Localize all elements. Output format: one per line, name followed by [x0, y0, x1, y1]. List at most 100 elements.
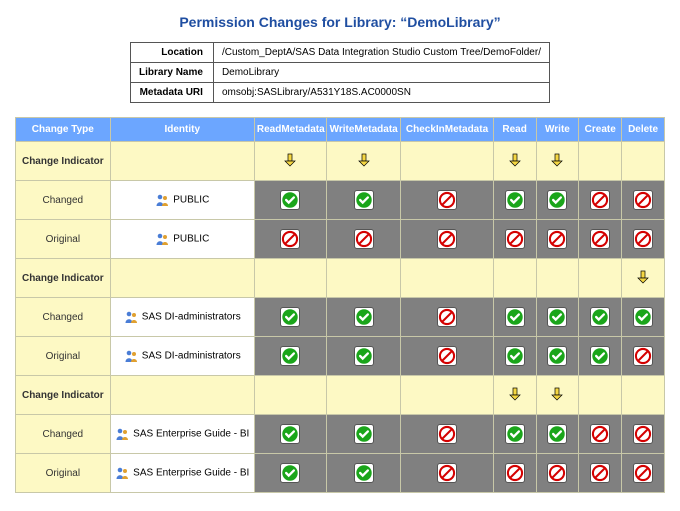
identity-name: PUBLIC	[173, 234, 209, 245]
table-row: Change Indicator	[16, 259, 665, 298]
change-arrow-icon	[636, 271, 650, 287]
permission-cell	[401, 454, 493, 493]
indicator-cell	[401, 259, 493, 298]
indicator-cell	[254, 259, 326, 298]
deny-icon	[437, 346, 457, 366]
table-row: Change Indicator	[16, 142, 665, 181]
change-arrow-icon	[283, 154, 297, 170]
allow-icon	[354, 190, 374, 210]
deny-icon	[590, 463, 610, 483]
row-label-original: Original	[16, 220, 111, 259]
deny-icon	[437, 424, 457, 444]
indicator-cell	[326, 259, 400, 298]
table-row: Changed SAS DI-administrators	[16, 298, 665, 337]
indicator-cell	[401, 142, 493, 181]
allow-icon	[505, 307, 525, 327]
allow-icon	[547, 424, 567, 444]
indicator-cell	[579, 376, 622, 415]
identity-empty	[110, 142, 254, 181]
library-name-label: Library Name	[131, 63, 214, 83]
row-label-changed: Changed	[16, 181, 111, 220]
deny-icon	[505, 229, 525, 249]
deny-icon	[437, 190, 457, 210]
deny-icon	[437, 229, 457, 249]
deny-icon	[633, 424, 653, 444]
permission-cell	[401, 298, 493, 337]
deny-icon	[633, 346, 653, 366]
indicator-cell	[493, 259, 536, 298]
identity-name: PUBLIC	[173, 195, 209, 206]
permission-cell	[326, 298, 400, 337]
permission-cell	[493, 415, 536, 454]
allow-icon	[547, 307, 567, 327]
change-arrow-icon	[357, 154, 371, 170]
permission-cell	[401, 181, 493, 220]
identity-name: SAS DI-administrators	[142, 312, 241, 323]
indicator-cell	[493, 376, 536, 415]
header-delete: Delete	[622, 118, 665, 142]
permission-cell	[326, 454, 400, 493]
indicator-cell	[326, 376, 400, 415]
deny-icon	[590, 424, 610, 444]
indicator-cell	[622, 376, 665, 415]
permission-cell	[254, 337, 326, 376]
deny-icon	[590, 229, 610, 249]
indicator-cell	[536, 376, 579, 415]
table-row: Original PUBLIC	[16, 220, 665, 259]
permissions-table: Change Type Identity ReadMetadata WriteM…	[15, 117, 665, 493]
allow-icon	[505, 424, 525, 444]
allow-icon	[354, 307, 374, 327]
row-label-changed: Changed	[16, 298, 111, 337]
deny-icon	[590, 190, 610, 210]
indicator-cell	[254, 376, 326, 415]
allow-icon	[280, 463, 300, 483]
permission-cell	[493, 454, 536, 493]
indicator-cell	[579, 259, 622, 298]
allow-icon	[547, 346, 567, 366]
change-arrow-icon	[508, 388, 522, 404]
table-row: Changed PUBLIC	[16, 181, 665, 220]
change-arrow-icon	[550, 388, 564, 404]
table-row: OriginalSAS Enterprise Guide - BI	[16, 454, 665, 493]
header-checkinmetadata: CheckInMetadata	[401, 118, 493, 142]
deny-icon	[354, 229, 374, 249]
table-row: ChangedSAS Enterprise Guide - BI	[16, 415, 665, 454]
table-row: OriginalSAS DI-administrators	[16, 337, 665, 376]
header-readmetadata: ReadMetadata	[254, 118, 326, 142]
permission-cell	[536, 454, 579, 493]
identity-name: SAS Enterprise Guide - BI	[133, 429, 249, 440]
header-row: Change Type Identity ReadMetadata WriteM…	[16, 118, 665, 142]
identity-name: SAS DI-administrators	[142, 351, 241, 362]
permission-cell	[536, 220, 579, 259]
group-icon	[124, 349, 138, 363]
location-value: /Custom_DeptA/SAS Data Integration Studi…	[213, 43, 549, 63]
allow-icon	[354, 346, 374, 366]
indicator-cell	[536, 142, 579, 181]
indicator-cell	[254, 142, 326, 181]
allow-icon	[280, 346, 300, 366]
permission-cell	[493, 337, 536, 376]
identity-empty	[110, 376, 254, 415]
permission-cell	[254, 220, 326, 259]
allow-icon	[280, 424, 300, 444]
deny-icon	[437, 463, 457, 483]
group-icon	[124, 310, 138, 324]
permission-cell	[622, 181, 665, 220]
row-label-indicator: Change Indicator	[16, 376, 111, 415]
row-label-indicator: Change Indicator	[16, 142, 111, 181]
header-write: Write	[536, 118, 579, 142]
allow-icon	[505, 190, 525, 210]
deny-icon	[547, 229, 567, 249]
deny-icon	[280, 229, 300, 249]
identity-empty	[110, 259, 254, 298]
indicator-cell	[326, 142, 400, 181]
deny-icon	[437, 307, 457, 327]
deny-icon	[633, 229, 653, 249]
header-change-type: Change Type	[16, 118, 111, 142]
permission-cell	[326, 220, 400, 259]
permission-cell	[254, 181, 326, 220]
permission-cell	[579, 181, 622, 220]
indicator-cell	[536, 259, 579, 298]
indicator-cell	[622, 142, 665, 181]
indicator-cell	[579, 142, 622, 181]
